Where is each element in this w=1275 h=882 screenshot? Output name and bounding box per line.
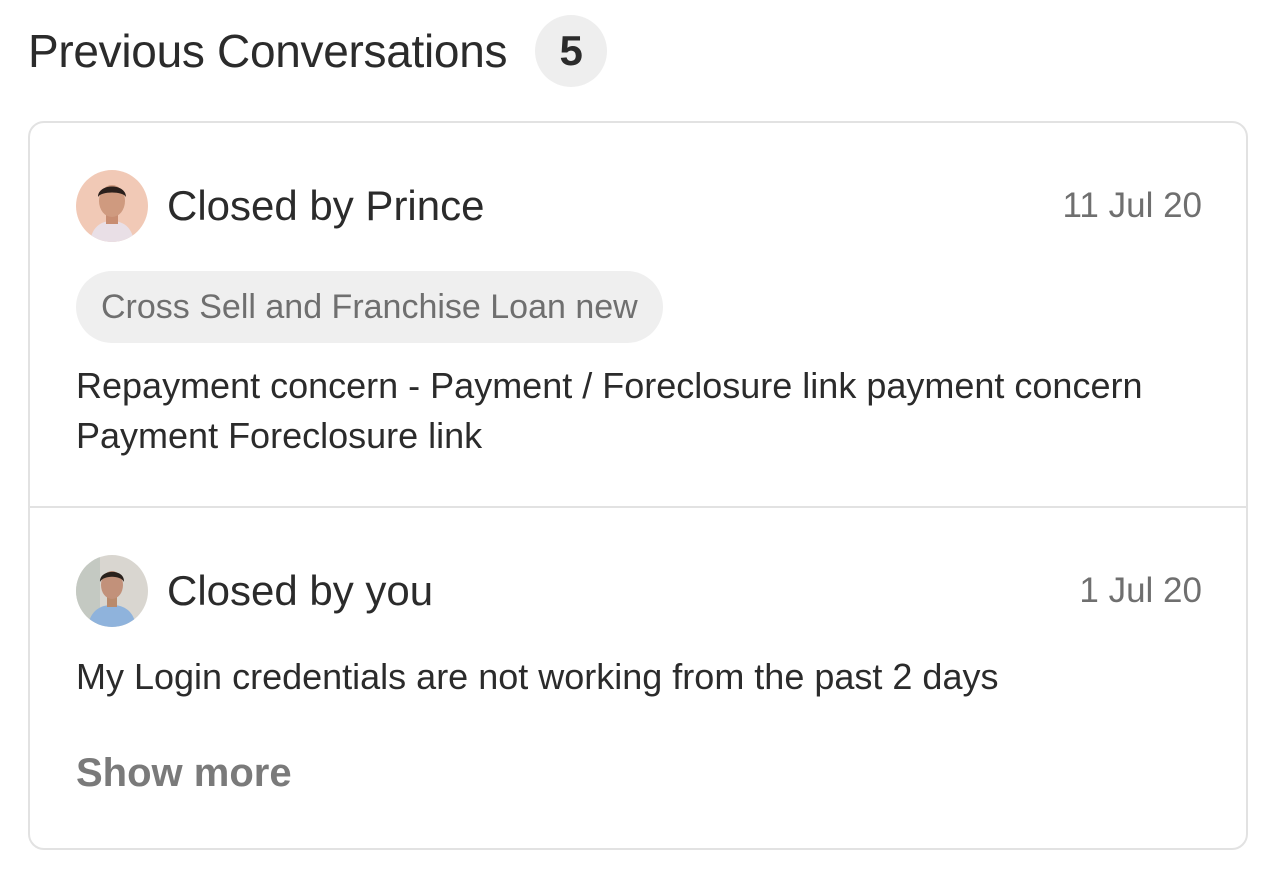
section-header: Previous Conversations 5 [28,14,608,88]
show-more-link[interactable]: Show more [76,751,292,796]
section-title: Previous Conversations [28,25,508,77]
conversation-item[interactable]: Closed by Prince 11 Jul 20 Cross Sell an… [30,123,1246,508]
conversation-header: Closed by Prince 11 Jul 20 [76,169,1202,243]
avatar [76,170,148,242]
closed-by-label: Closed by Prince [167,182,485,229]
conversation-header: Closed by you 1 Jul 20 [76,554,1202,628]
category-tag: Cross Sell and Franchise Loan new [76,271,663,343]
conversation-item[interactable]: Closed by you 1 Jul 20 My Login credenti… [30,508,1246,848]
avatar-photo [76,170,148,242]
avatar-photo [76,555,148,627]
avatar [76,555,148,627]
closed-by-label: Closed by you [167,567,434,614]
conversation-count-badge: 5 [535,15,608,87]
conversation-message: Repayment concern - Payment / Foreclosur… [76,365,1143,456]
conversation-date: 1 Jul 20 [1079,571,1202,610]
conversation-message: My Login credentials are not working fro… [76,656,999,697]
conversations-card: Closed by Prince 11 Jul 20 Cross Sell an… [28,121,1248,850]
conversation-date: 11 Jul 20 [1062,186,1202,225]
